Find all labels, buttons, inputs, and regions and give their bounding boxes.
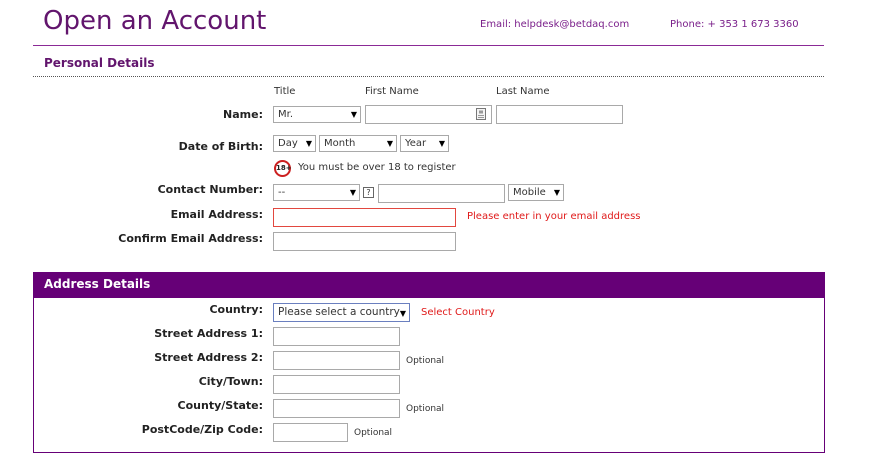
street-address-1-input[interactable] <box>273 327 400 346</box>
column-last-name-label: Last Name <box>496 86 550 97</box>
postcode-input[interactable] <box>273 423 348 442</box>
country-code-value: -- <box>278 187 286 198</box>
postcode-optional: Optional <box>354 428 393 438</box>
chevron-down-icon: ▼ <box>350 110 357 119</box>
first-name-input[interactable] <box>365 105 492 124</box>
contact-card-icon <box>476 108 486 120</box>
address-details-heading: Address Details <box>44 277 151 291</box>
personal-details-heading: Personal Details <box>44 56 155 70</box>
age-18-plus-icon: 18+ <box>274 160 292 177</box>
email-error-message: Please enter in your email address <box>467 211 641 222</box>
dob-day-value: Day <box>278 138 298 149</box>
street-address-2-optional: Optional <box>406 356 445 366</box>
helpdesk-email: Email: helpdesk@betdaq.com <box>480 19 630 30</box>
chevron-down-icon: ▼ <box>553 188 560 197</box>
street-address-1-label: Street Address 1: <box>154 327 263 340</box>
county-state-optional: Optional <box>406 404 445 414</box>
street-address-2-input[interactable] <box>273 351 400 370</box>
title-select[interactable]: Mr. ▼ <box>273 106 361 123</box>
chevron-down-icon: ▼ <box>349 188 356 197</box>
email-address-input[interactable] <box>273 208 456 227</box>
dob-year-select[interactable]: Year ▼ <box>400 135 449 152</box>
county-state-label: County/State: <box>177 399 263 412</box>
chevron-down-icon: ▼ <box>438 139 445 148</box>
address-details-bar <box>33 272 825 298</box>
country-select[interactable]: Please select a country ▼ <box>273 303 410 322</box>
helpdesk-phone: Phone: + 353 1 673 3360 <box>670 19 799 30</box>
chevron-down-icon: ▼ <box>305 139 312 148</box>
country-error-message: Select Country <box>421 307 495 318</box>
column-first-name-label: First Name <box>365 86 419 97</box>
country-label: Country: <box>209 303 263 316</box>
country-code-select[interactable]: -- ▼ <box>273 184 360 201</box>
question-mark-icon[interactable]: ? <box>363 187 374 198</box>
county-state-input[interactable] <box>273 399 400 418</box>
column-title-label: Title <box>274 86 296 97</box>
page-title: Open an Account <box>43 6 267 36</box>
chevron-down-icon: ▼ <box>399 309 406 318</box>
postcode-label: PostCode/Zip Code: <box>141 423 263 436</box>
header-divider <box>33 45 824 46</box>
dob-month-select[interactable]: Month ▼ <box>319 135 397 152</box>
date-of-birth-label: Date of Birth: <box>178 140 263 153</box>
city-town-label: City/Town: <box>198 375 263 388</box>
dob-day-select[interactable]: Day ▼ <box>273 135 316 152</box>
confirm-email-label: Confirm Email Address: <box>118 232 263 245</box>
dob-year-value: Year <box>405 138 427 149</box>
city-town-input[interactable] <box>273 375 400 394</box>
country-select-value: Please select a country <box>278 306 400 318</box>
email-address-label: Email Address: <box>170 208 263 221</box>
name-label: Name: <box>223 108 263 121</box>
title-select-value: Mr. <box>278 109 293 120</box>
phone-type-select[interactable]: Mobile ▼ <box>508 184 564 201</box>
contact-number-label: Contact Number: <box>157 183 263 196</box>
street-address-2-label: Street Address 2: <box>154 351 263 364</box>
confirm-email-input[interactable] <box>273 232 456 251</box>
contact-number-input[interactable] <box>378 184 505 203</box>
section-divider <box>33 76 824 77</box>
dob-month-value: Month <box>324 138 356 149</box>
age-requirement-note: You must be over 18 to register <box>298 162 456 173</box>
phone-type-value: Mobile <box>513 187 546 198</box>
last-name-input[interactable] <box>496 105 623 124</box>
chevron-down-icon: ▼ <box>386 139 393 148</box>
